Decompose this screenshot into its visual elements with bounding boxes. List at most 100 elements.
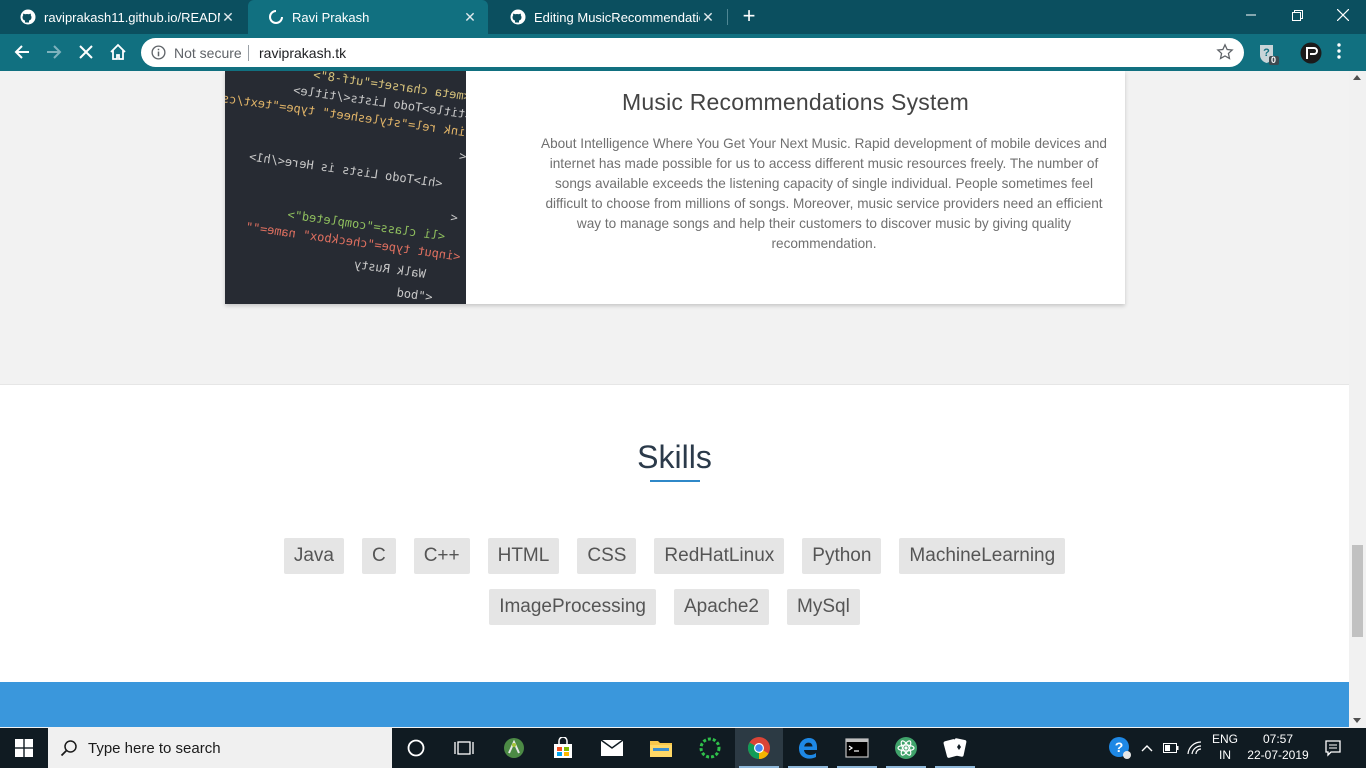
close-window-button[interactable] <box>1320 0 1366 30</box>
tray-battery[interactable] <box>1160 728 1182 768</box>
new-tab-button[interactable]: + <box>738 5 760 28</box>
profile-avatar-button[interactable] <box>1300 42 1322 64</box>
tray-help[interactable]: ? <box>1106 728 1134 768</box>
task-view-button[interactable] <box>440 728 488 768</box>
action-center-button[interactable] <box>1318 728 1348 768</box>
omnibox-divider <box>248 45 249 61</box>
stop-icon <box>79 45 93 59</box>
github-icon <box>510 9 526 25</box>
chrome-menu-button[interactable] <box>1336 42 1350 64</box>
browser-tab-readme[interactable]: raviprakash11.github.io/README ✕ <box>0 0 246 34</box>
shield-extension-icon: ? <box>1260 45 1279 65</box>
page-viewport: <meta charset="utf-8"> <title>Todo Lists… <box>0 71 1349 727</box>
back-button[interactable] <box>10 40 34 64</box>
scroll-up-arrow-icon[interactable] <box>1353 75 1361 80</box>
taskbar-mail[interactable] <box>588 728 636 768</box>
info-icon[interactable] <box>151 45 166 60</box>
close-tab-icon[interactable]: ✕ <box>700 9 716 25</box>
help-icon: ? <box>1109 737 1131 759</box>
store-icon <box>554 737 572 758</box>
close-icon <box>1337 9 1349 21</box>
solitaire-icon <box>943 738 967 758</box>
chrome-icon <box>748 737 770 759</box>
taskbar-circle-app[interactable] <box>686 728 734 768</box>
address-bar[interactable]: Not secure raviprakash.tk <box>141 38 1244 67</box>
browser-toolbar: Not secure raviprakash.tk ? 0 <box>0 34 1366 71</box>
section-title: Skills <box>637 439 712 475</box>
taskbar-chrome[interactable] <box>735 728 783 768</box>
bookmark-star-icon[interactable] <box>1216 43 1234 61</box>
start-button[interactable] <box>0 728 48 768</box>
forward-arrow-icon <box>47 45 62 59</box>
language-indicator[interactable]: ENG IN <box>1208 731 1242 763</box>
code-line: < <box>449 210 459 225</box>
home-button[interactable] <box>106 40 130 64</box>
svg-text:?: ? <box>1115 739 1124 755</box>
taskbar-terminal[interactable] <box>833 728 881 768</box>
taskbar-android-studio[interactable] <box>490 728 538 768</box>
back-arrow-icon <box>14 45 29 59</box>
project-image: <meta charset="utf-8"> <title>Todo Lists… <box>225 71 466 304</box>
stop-loading-button[interactable] <box>74 40 98 64</box>
forward-button[interactable] <box>42 40 66 64</box>
circle-app-icon <box>699 737 721 759</box>
tray-network[interactable] <box>1184 728 1206 768</box>
next-section-band <box>0 682 1349 727</box>
atom-icon <box>895 737 917 759</box>
tray-show-hidden[interactable] <box>1138 728 1156 768</box>
project-title: Music Recommendations System <box>622 89 969 115</box>
taskbar-solitaire[interactable] <box>931 728 979 768</box>
search-icon <box>60 740 77 757</box>
taskbar-edge[interactable] <box>784 728 832 768</box>
code-screenshot: <meta charset="utf-8"> <title>Todo Lists… <box>225 71 466 304</box>
browser-tab-editing[interactable]: Editing MusicRecommendationSy ✕ <box>490 0 726 34</box>
extension-button[interactable]: ? 0 <box>1256 42 1279 65</box>
tab-title: Ravi Prakash <box>292 9 370 25</box>
skills-row: Java C C++ HTML CSS RedHatLinux Python M… <box>0 538 1349 574</box>
code-line: <h1>Todo Lists is Here</h1> <box>248 149 444 191</box>
project-card[interactable]: <meta charset="utf-8"> <title>Todo Lists… <box>225 71 1125 304</box>
wifi-icon <box>1187 741 1202 755</box>
more-vertical-icon <box>1337 43 1341 59</box>
skill-chip: CSS <box>577 538 637 574</box>
language-code: ENG <box>1211 732 1238 746</box>
taskbar-store[interactable] <box>539 728 587 768</box>
tab-title: raviprakash11.github.io/README <box>44 9 220 25</box>
task-view-icon <box>454 741 474 755</box>
loading-spinner-icon <box>268 9 284 25</box>
cortana-icon <box>407 739 425 757</box>
clock-time: 07:57 <box>1262 732 1294 746</box>
skill-chip: Java <box>283 538 344 574</box>
scrollbar-thumb[interactable] <box>1352 545 1363 637</box>
cortana-button[interactable] <box>392 728 440 768</box>
minimize-window-button[interactable] <box>1228 0 1274 30</box>
android-studio-icon <box>504 738 524 758</box>
scroll-down-arrow-icon[interactable] <box>1353 718 1361 723</box>
browser-tab-ravi-prakash[interactable]: Ravi Prakash ✕ <box>248 0 488 34</box>
system-clock[interactable]: 07:57 22-07-2019 <box>1244 731 1312 763</box>
skill-chip: MachineLearning <box>899 538 1066 574</box>
skill-chip: Python <box>802 538 882 574</box>
restore-window-button[interactable] <box>1274 0 1320 30</box>
taskbar-atom[interactable] <box>882 728 930 768</box>
security-label[interactable]: Not secure <box>174 45 242 61</box>
home-icon <box>110 43 126 60</box>
file-explorer-icon <box>650 741 672 757</box>
tab-separator <box>727 9 728 25</box>
page-scrollbar[interactable] <box>1349 71 1366 727</box>
edge-icon <box>799 738 817 759</box>
battery-icon <box>1163 743 1179 753</box>
taskbar-file-explorer[interactable] <box>637 728 685 768</box>
avatar-icon <box>1300 42 1322 64</box>
skill-chip: RedHatLinux <box>654 538 785 574</box>
svg-text:?: ? <box>1263 47 1270 59</box>
close-tab-icon[interactable]: ✕ <box>220 9 236 25</box>
taskbar-search-box[interactable]: Type here to search <box>48 728 392 768</box>
windows-taskbar: Type here to search ? ENG IN 07:57 22-07… <box>0 728 1366 768</box>
search-placeholder[interactable]: Type here to search <box>88 740 221 757</box>
region-code: IN <box>1219 748 1231 762</box>
skill-chip: ImageProcessing <box>489 589 656 625</box>
url-text[interactable]: raviprakash.tk <box>259 45 346 61</box>
close-tab-icon[interactable]: ✕ <box>462 9 478 25</box>
windows-start-icon <box>15 739 33 757</box>
